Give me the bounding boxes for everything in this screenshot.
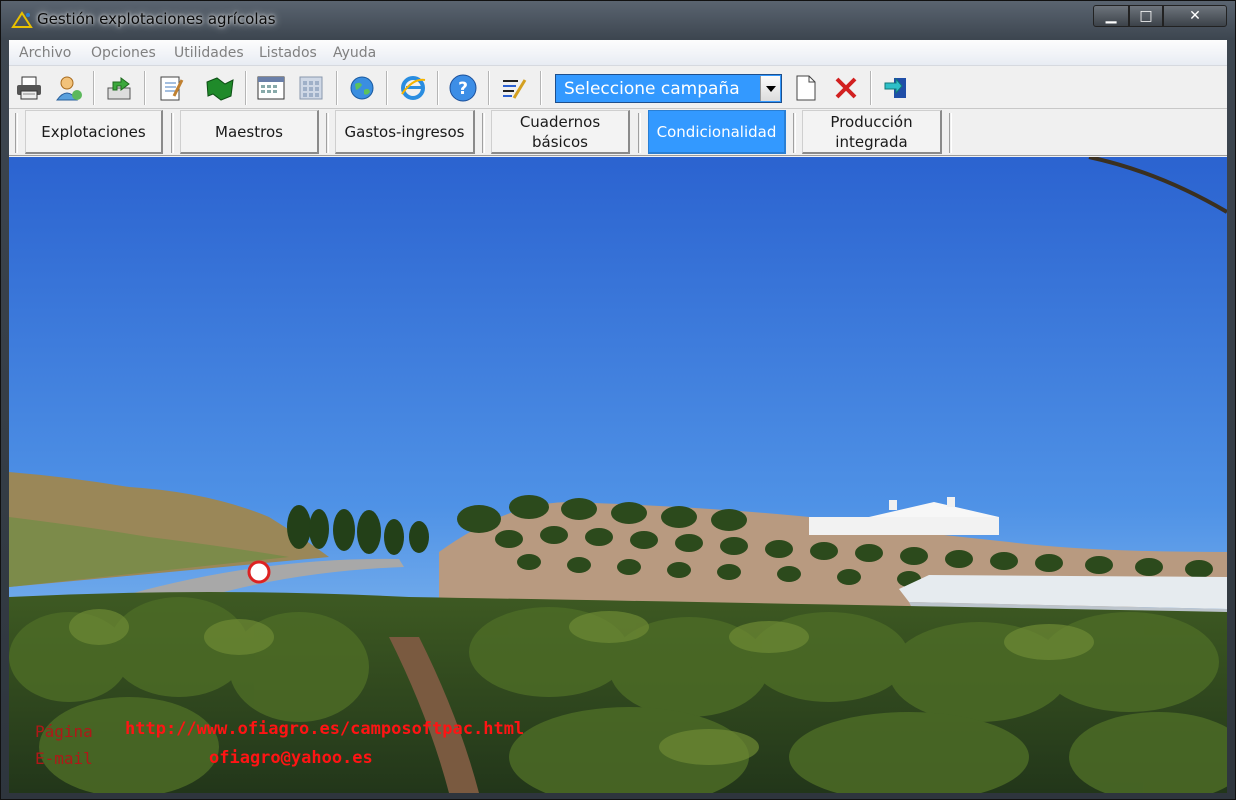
close-button[interactable]: ✕ xyxy=(1163,5,1227,27)
globe-icon[interactable] xyxy=(345,71,379,105)
window-title: Gestión explotaciones agrícolas xyxy=(37,10,276,28)
tab-produccion-integrada[interactable]: Producción integrada xyxy=(802,110,942,154)
toolbar-separator xyxy=(437,71,439,105)
campaign-select-value: Seleccione campaña xyxy=(564,79,740,99)
maximize-button[interactable]: □ xyxy=(1129,5,1163,27)
toolbar-separator xyxy=(336,71,338,105)
tab-separator xyxy=(949,113,952,153)
internet-explorer-icon[interactable] xyxy=(396,71,430,105)
export-icon[interactable] xyxy=(102,71,136,105)
menu-utilidades[interactable]: Utilidades xyxy=(174,45,244,61)
tab-gastos-ingresos[interactable]: Gastos-ingresos xyxy=(335,110,475,154)
toolbar-separator xyxy=(93,71,95,105)
tab-separator xyxy=(15,113,18,153)
title-bar[interactable]: Gestión explotaciones agrícolas ▁ □ ✕ xyxy=(1,1,1236,39)
menu-opciones[interactable]: Opciones xyxy=(91,45,156,61)
application-window: Gestión explotaciones agrícolas ▁ □ ✕ Ar… xyxy=(0,0,1236,800)
toolbar: ? Seleccione campaña xyxy=(9,67,1227,109)
email-link[interactable]: ofiagro@yahoo.es xyxy=(209,748,373,768)
tab-condicionalidad[interactable]: Condicionalidad xyxy=(648,110,786,154)
tab-separator xyxy=(326,113,329,153)
svg-text:?: ? xyxy=(458,79,468,99)
toolbar-separator xyxy=(540,71,542,105)
calculator-icon[interactable] xyxy=(294,71,328,105)
user-icon[interactable] xyxy=(52,71,86,105)
chevron-down-icon[interactable] xyxy=(760,76,780,101)
toolbar-separator xyxy=(144,71,146,105)
campaign-select[interactable]: Seleccione campaña xyxy=(555,74,782,103)
menu-listados[interactable]: Listados xyxy=(259,45,317,61)
new-document-icon[interactable] xyxy=(789,71,823,105)
printer-icon[interactable] xyxy=(12,71,46,105)
tab-cuadernos-basicos[interactable]: Cuadernos básicos xyxy=(491,110,630,154)
background-photo: Página http://www.ofiagro.es/camposoftpa… xyxy=(9,157,1227,793)
tab-separator xyxy=(482,113,485,153)
help-icon[interactable]: ? xyxy=(446,71,480,105)
edit-document-icon[interactable] xyxy=(497,71,531,105)
toolbar-separator xyxy=(870,71,872,105)
client-area: Archivo Opciones Utilidades Listados Ayu… xyxy=(9,40,1227,793)
tab-maestros[interactable]: Maestros xyxy=(180,110,319,154)
map-icon[interactable] xyxy=(203,71,237,105)
menu-bar: Archivo Opciones Utilidades Listados Ayu… xyxy=(9,40,1227,66)
tab-separator xyxy=(171,113,174,153)
module-tab-bar: Explotaciones Maestros Gastos-ingresos C… xyxy=(9,110,1227,156)
web-link[interactable]: http://www.ofiagro.es/camposoftpac.html xyxy=(125,719,524,739)
notebook-icon[interactable] xyxy=(153,71,187,105)
toolbar-separator xyxy=(488,71,490,105)
calendar-icon[interactable] xyxy=(254,71,288,105)
menu-archivo[interactable]: Archivo xyxy=(19,45,71,61)
menu-ayuda[interactable]: Ayuda xyxy=(333,45,376,61)
toolbar-separator xyxy=(386,71,388,105)
tab-separator xyxy=(638,113,641,153)
email-label: E-mail xyxy=(35,749,93,768)
web-label: Página xyxy=(35,722,93,741)
tab-explotaciones[interactable]: Explotaciones xyxy=(25,110,163,154)
tab-separator xyxy=(793,113,796,153)
delete-icon[interactable] xyxy=(829,71,863,105)
app-logo-icon xyxy=(11,11,33,28)
landscape-photo xyxy=(9,157,1227,793)
minimize-button[interactable]: ▁ xyxy=(1093,5,1129,27)
exit-door-icon[interactable] xyxy=(879,71,913,105)
toolbar-separator xyxy=(245,71,247,105)
